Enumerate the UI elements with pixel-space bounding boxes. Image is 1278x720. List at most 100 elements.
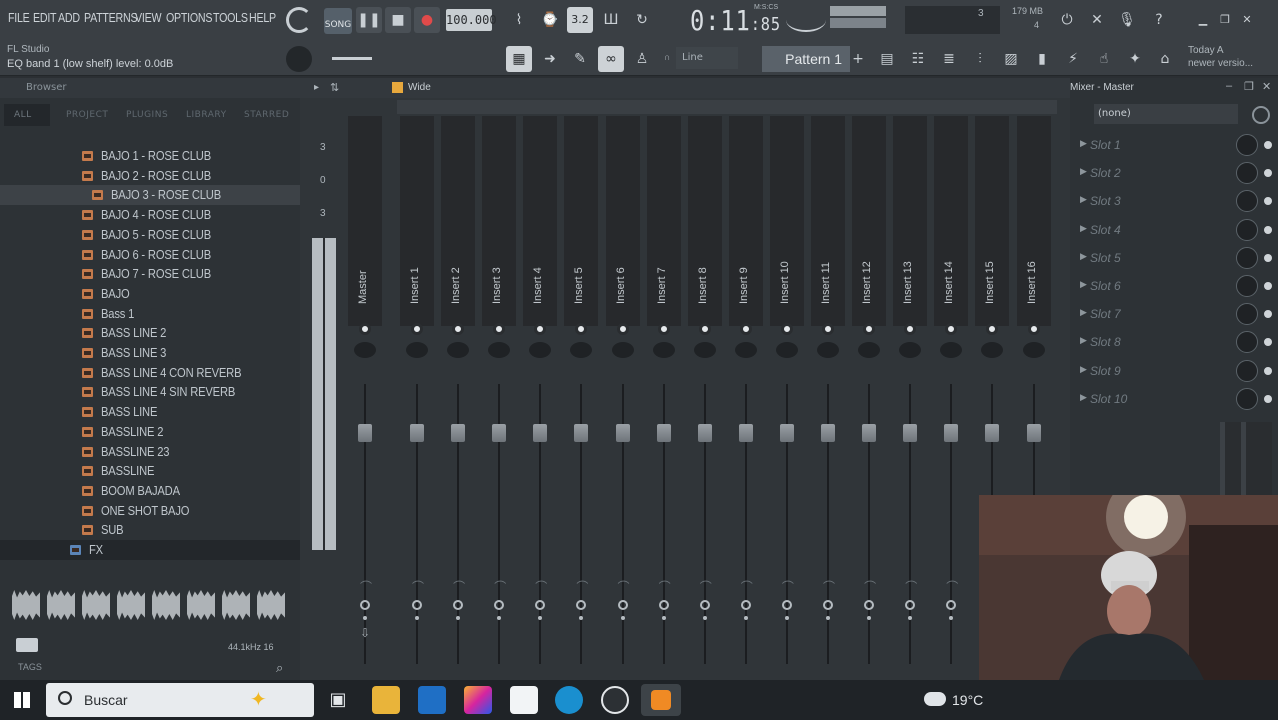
insert-strip[interactable]: Insert 4 ⌒ [521,116,559,676]
volume-fader[interactable] [697,424,712,442]
countdown-icon[interactable]: 3.2 [567,7,593,33]
mixer-view-mode[interactable]: Wide [408,82,431,93]
stereo-knob-icon[interactable] [905,600,916,610]
insert-strip[interactable]: Insert 8 ⌒ [686,116,724,676]
volume-fader[interactable] [574,424,589,442]
route-icon[interactable]: ⌒ [576,580,588,594]
volume-fader[interactable] [944,424,959,442]
mixer-tools-icon[interactable]: ⇅ [330,81,339,94]
channel-label[interactable]: Insert 13 [891,246,929,316]
master-volume-slider[interactable] [332,57,372,60]
insert-strip[interactable]: Insert 3 ⌒ [480,116,518,676]
volume-fader[interactable] [492,424,507,442]
slot-enable-icon[interactable] [1264,141,1272,149]
slot-expand-icon[interactable]: ▶ [1080,138,1087,149]
slot-expand-icon[interactable]: ▶ [1080,166,1087,177]
speaker-icon[interactable] [16,638,38,652]
browser-item[interactable]: BAJO 4 - ROSE CLUB [0,205,300,225]
stereo-knob-icon[interactable] [658,600,669,610]
menu-help[interactable]: HELP [249,10,276,25]
send-dot-icon[interactable] [456,616,461,620]
waveform-preview[interactable] [12,590,290,622]
loop-record-icon[interactable]: ↻ [629,7,655,33]
channel-enable-icon[interactable] [739,323,752,335]
pan-knob[interactable] [817,342,839,358]
effect-slot[interactable]: ▶ Slot 5 [1074,245,1274,271]
route-icon[interactable]: ⌒ [700,580,712,594]
browser-item[interactable]: BAJO 7 - ROSE CLUB [0,264,300,284]
channel-enable-icon[interactable] [780,323,793,335]
browser-icon[interactable]: ▨ [998,46,1024,72]
send-dot-icon[interactable] [415,616,419,620]
slot-mix-knob[interactable] [1236,359,1258,382]
slot-enable-icon[interactable] [1264,394,1272,403]
pattern-selector[interactable]: Pattern 1 [762,46,850,72]
scroll-down-icon[interactable]: ⇩ [360,626,370,640]
menu-tools[interactable]: TOOLS [213,10,248,25]
stereo-knob-icon[interactable] [617,600,628,610]
route-icon[interactable]: ⌒ [782,580,794,594]
volume-fader[interactable] [862,424,877,442]
channel-label[interactable]: Insert 3 [480,246,518,316]
slot-mix-knob[interactable] [1236,275,1258,297]
send-dot-icon[interactable] [661,616,666,620]
link-icon[interactable]: ∞ [598,46,624,72]
channel-enable-icon[interactable] [657,323,670,335]
slot-enable-icon[interactable] [1264,169,1272,178]
effect-slot[interactable]: ▶ Slot 8 [1074,329,1274,355]
send-dot-icon[interactable] [579,616,584,620]
channel-enable-icon[interactable] [411,323,423,335]
slot-enable-icon[interactable] [1264,253,1272,262]
browser-item[interactable]: ONE SHOT BAJO [0,501,300,521]
channel-enable-icon[interactable] [359,323,371,335]
channel-label[interactable]: Insert 2 [439,246,477,316]
stereo-knob-icon[interactable] [781,600,792,610]
send-dot-icon[interactable] [949,616,954,620]
pause-icon[interactable]: ❚❚ [356,7,382,33]
magnet-icon[interactable]: ∩ [664,52,670,62]
channel-enable-icon[interactable] [822,323,834,335]
channel-label[interactable]: Insert 14 [932,246,970,316]
stereo-knob-icon[interactable] [864,600,875,610]
route-icon[interactable]: ⌒ [946,580,958,594]
effect-slot[interactable]: ▶ Slot 9 [1074,358,1274,384]
master-strip[interactable]: Master ⌒ [346,116,384,676]
stereo-knob-icon[interactable] [946,600,957,610]
channel-enable-icon[interactable] [863,323,876,335]
browser-item[interactable]: BAJO 1 - ROSE CLUB [0,146,300,166]
channel-label[interactable]: Insert 11 [809,246,847,316]
piano-roll-icon[interactable]: ≣ [936,46,962,72]
arrow-right-icon[interactable]: ➜ [537,46,563,72]
file-explorer-icon[interactable] [372,686,400,714]
browser-item[interactable]: BAJO 2 - ROSE CLUB [0,166,300,186]
stereo-knob-icon[interactable] [699,600,710,610]
stereo-knob-icon[interactable] [360,600,370,610]
volume-fader[interactable] [358,424,372,442]
panic-icon[interactable]: ✕ [1084,7,1110,33]
browser-item[interactable]: BASS LINE 4 SIN REVERB [0,382,300,402]
insert-knob-icon[interactable] [1252,106,1270,124]
route-icon[interactable]: ⌒ [453,580,465,594]
browser-item[interactable]: BASS LINE 4 CON REVERB [0,363,300,383]
slot-enable-icon[interactable] [1264,282,1272,290]
pan-knob[interactable] [858,342,881,358]
pan-knob[interactable] [406,342,428,358]
pan-knob[interactable] [693,342,716,358]
effect-slot[interactable]: ▶ Slot 6 [1074,273,1274,299]
menu-patterns[interactable]: PATTERNS [84,10,138,25]
browser-item[interactable]: BAJO [0,284,300,304]
send-dot-icon[interactable] [363,616,367,620]
insert-strip[interactable]: Insert 14 ⌒ [932,116,970,676]
pan-knob[interactable] [488,342,511,358]
send-dot-icon[interactable] [743,616,748,620]
panel-close-icon[interactable]: ✕ [1262,80,1271,93]
slot-enable-icon[interactable] [1264,197,1272,206]
slot-expand-icon[interactable]: ▶ [1080,335,1087,346]
browser-item[interactable]: BASSLINE 2 [0,422,300,442]
preset-selector[interactable]: (none) [1094,104,1238,124]
volume-fader[interactable] [903,424,918,442]
effect-slot[interactable]: ▶ Slot 1 [1074,132,1274,158]
pan-knob[interactable] [981,342,1004,358]
pan-knob[interactable] [354,342,376,358]
song-mode-toggle[interactable]: SONG [324,8,352,34]
